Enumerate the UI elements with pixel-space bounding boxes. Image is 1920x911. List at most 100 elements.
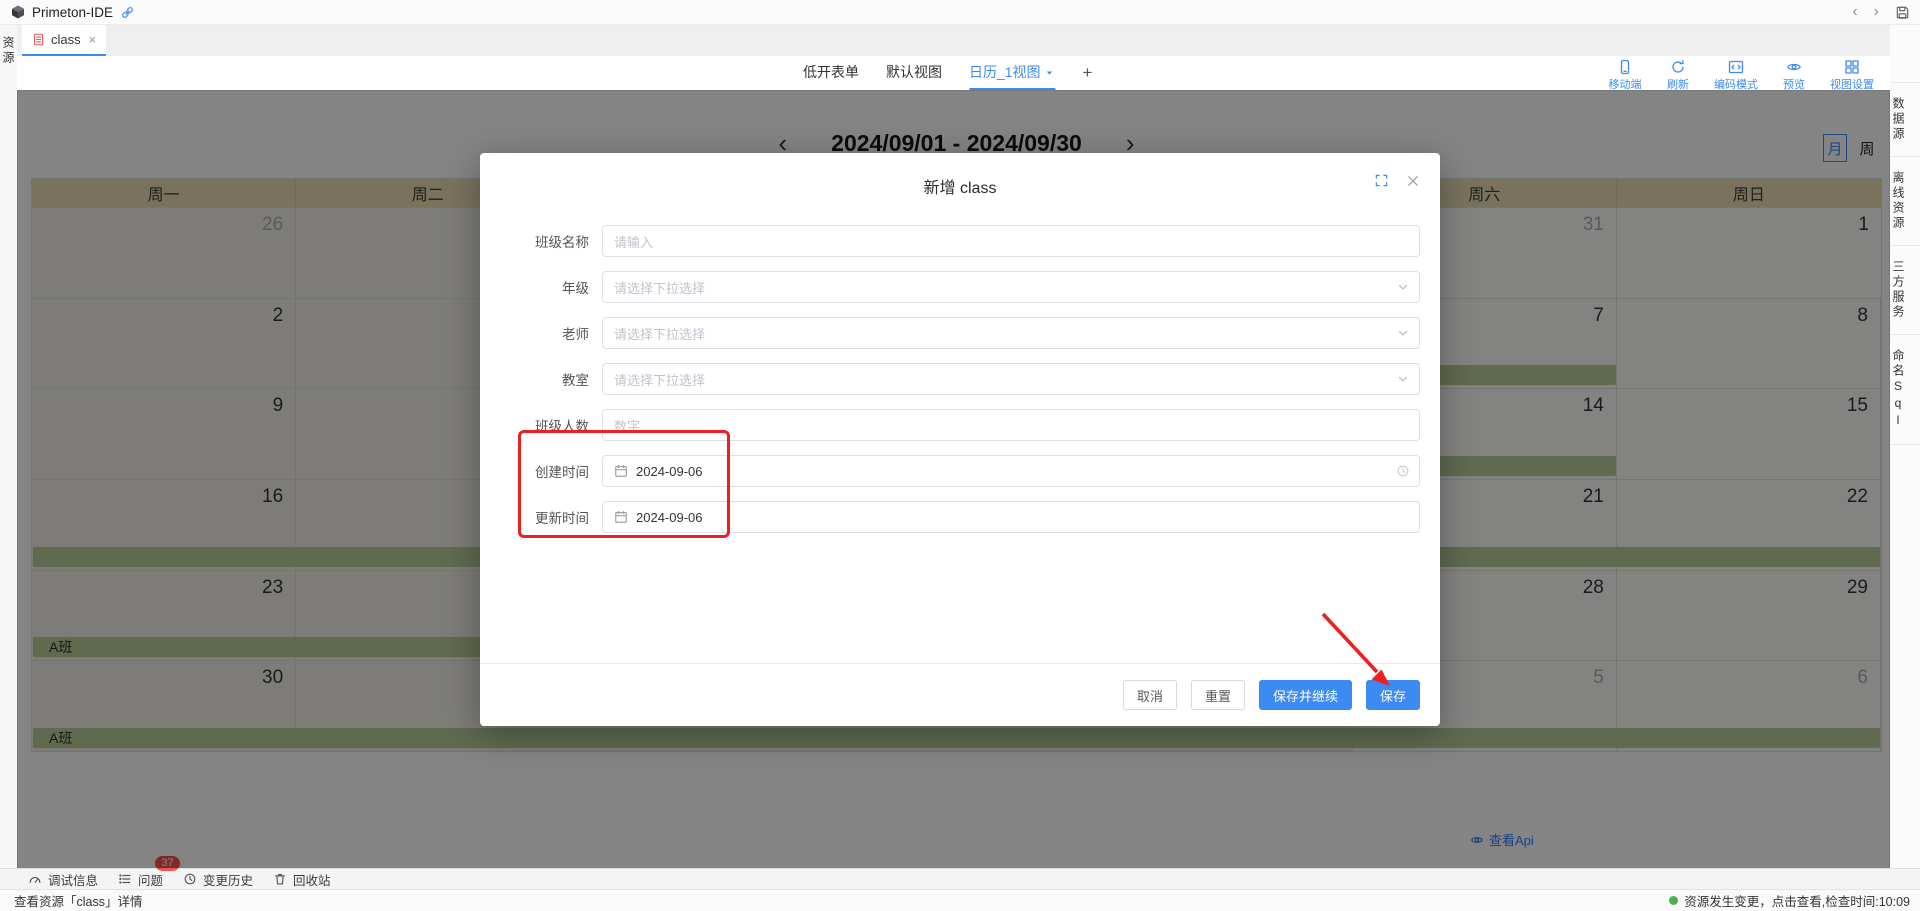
toolbar-action-refresh[interactable]: 刷新 <box>1661 59 1695 92</box>
bottombar-label: 回收站 <box>293 870 331 889</box>
clock-icon[interactable] <box>1396 464 1410 478</box>
grade-select[interactable]: 请选择下拉选择 <box>602 271 1420 303</box>
right-panel-item[interactable]: 离线资源 <box>1890 157 1920 246</box>
view-tab-1[interactable]: 低开表单 <box>803 56 859 90</box>
form-row-grade: 年级请选择下拉选择 <box>480 271 1420 303</box>
dialog-footer: 取消重置保存并继续保存 <box>480 663 1440 726</box>
teacher-select[interactable]: 请选择下拉选择 <box>602 317 1420 349</box>
class-name-input[interactable]: 请输入 <box>602 225 1420 257</box>
bottombar-label: 变更历史 <box>203 870 253 889</box>
forward-arrow-icon[interactable]: › <box>1874 4 1879 20</box>
field-label: 班级名称 <box>480 231 602 251</box>
history-icon <box>183 872 197 886</box>
bottombar-debug-info[interactable]: 调试信息 <box>28 870 98 889</box>
right-panel-item[interactable]: 数据源 <box>1890 82 1920 157</box>
document-tab-bar: class × <box>17 24 1890 56</box>
bottombar-change-history[interactable]: 变更历史 <box>183 870 253 889</box>
select-placeholder: 请选择下拉选择 <box>614 324 705 343</box>
save-continue-button[interactable]: 保存并继续 <box>1259 680 1352 710</box>
toolbar-action-preview[interactable]: 预览 <box>1777 59 1811 92</box>
bottombar-problems[interactable]: 问题37 <box>118 870 163 889</box>
form-row-update-time: 更新时间 2024-09-06 <box>480 501 1420 533</box>
select-placeholder: 请选择下拉选择 <box>614 370 705 389</box>
title-bar: Primeton-IDE ‹ › <box>0 0 1920 25</box>
form-row-classroom: 教室请选择下拉选择 <box>480 363 1420 395</box>
classroom-select[interactable]: 请选择下拉选择 <box>602 363 1420 395</box>
fullscreen-icon[interactable] <box>1374 173 1389 188</box>
field-label: 教室 <box>480 369 602 389</box>
status-right-text: 资源发生变更，点击查看,检查时间:10:09 <box>1684 891 1910 910</box>
close-tab-icon[interactable]: × <box>89 32 97 47</box>
reset-button[interactable]: 重置 <box>1191 680 1245 710</box>
code-icon <box>1728 59 1744 75</box>
document-icon <box>32 33 45 46</box>
date-value: 2024-09-06 <box>636 510 703 525</box>
toolbar-action-grid[interactable]: 视图设置 <box>1830 59 1874 92</box>
right-sidebar: 数据源离线资源三方服务命名Sql <box>1889 24 1920 868</box>
form-row-class-size: 班级人数数字 <box>480 409 1420 441</box>
field-label: 班级人数 <box>480 415 602 435</box>
view-tab-label: 低开表单 <box>803 62 859 82</box>
debug-icon <box>28 872 42 886</box>
link-icon[interactable] <box>120 5 135 20</box>
field-label: 更新时间 <box>480 507 602 527</box>
view-tabs: 低开表单 默认视图 日历_1视图 + <box>803 56 1093 90</box>
save-icon[interactable] <box>1895 5 1910 20</box>
grid-icon <box>1844 59 1860 75</box>
view-toolbar: 移动端刷新编码模式预览视图设置 <box>1608 59 1874 92</box>
input-placeholder: 请输入 <box>614 232 653 251</box>
refresh-icon <box>1670 59 1686 75</box>
status-dot-icon <box>1669 896 1678 905</box>
toolbar-action-mobile[interactable]: 移动端 <box>1608 59 1642 92</box>
preview-icon <box>1786 59 1802 75</box>
right-panel-item[interactable]: 命名Sql <box>1890 335 1920 445</box>
field-label: 创建时间 <box>480 461 602 481</box>
chevron-down-icon <box>1396 326 1410 340</box>
tab-class[interactable]: class × <box>22 24 106 56</box>
calendar-icon <box>614 510 628 524</box>
cancel-button[interactable]: 取消 <box>1123 680 1177 710</box>
app-title: Primeton-IDE <box>32 5 113 20</box>
view-tab-2[interactable]: 默认视图 <box>886 56 942 90</box>
list-icon <box>118 872 132 886</box>
form-row-teacher: 老师请选择下拉选择 <box>480 317 1420 349</box>
select-placeholder: 请选择下拉选择 <box>614 278 705 297</box>
view-bar: 低开表单 默认视图 日历_1视图 + 移动端刷新编码模式预览视图设置 <box>17 56 1890 91</box>
add-view-button[interactable]: + <box>1083 63 1093 83</box>
view-tab-3[interactable]: 日历_1视图 <box>969 56 1056 90</box>
back-arrow-icon[interactable]: ‹ <box>1852 4 1857 20</box>
field-label: 老师 <box>480 323 602 343</box>
class-size-input[interactable]: 数字 <box>602 409 1420 441</box>
chevron-down-icon <box>1396 280 1410 294</box>
bottombar-recycle-bin[interactable]: 回收站 <box>273 870 331 889</box>
create-time-input[interactable]: 2024-09-06 <box>602 455 1420 487</box>
field-label: 年级 <box>480 277 602 297</box>
resource-change-notice[interactable]: 资源发生变更，点击查看,检查时间:10:09 <box>1669 891 1910 910</box>
save-button[interactable]: 保存 <box>1366 680 1420 710</box>
bottombar-label: 问题 <box>138 870 163 889</box>
toolbar-action-code[interactable]: 编码模式 <box>1714 59 1758 92</box>
calendar-icon <box>614 464 628 478</box>
right-panel-item[interactable]: 三方服务 <box>1890 246 1920 335</box>
sidebar-item-resources[interactable]: 资源 <box>0 36 17 66</box>
trash-icon <box>273 872 287 886</box>
app-logo <box>10 4 26 20</box>
chevron-down-icon <box>1396 372 1410 386</box>
view-tab-label: 日历_1视图 <box>969 62 1041 82</box>
dialog-form: 班级名称请输入年级请选择下拉选择老师请选择下拉选择教室请选择下拉选择班级人数数字… <box>480 225 1440 533</box>
form-row-class-name: 班级名称请输入 <box>480 225 1420 257</box>
update-time-input[interactable]: 2024-09-06 <box>602 501 1420 533</box>
bottom-bar: 调试信息 问题37 变更历史 回收站 <box>0 868 1920 889</box>
dialog-title: 新增 class <box>480 153 1440 198</box>
mobile-icon <box>1617 59 1633 75</box>
bottombar-label: 调试信息 <box>48 870 98 889</box>
left-sidebar: 资源 <box>0 24 18 868</box>
close-icon[interactable] <box>1406 174 1420 188</box>
form-row-create-time: 创建时间 2024-09-06 <box>480 455 1420 487</box>
chevron-down-icon <box>1044 67 1056 79</box>
input-placeholder: 数字 <box>614 416 640 435</box>
tab-label: class <box>51 32 81 47</box>
status-left-text: 查看资源「class」详情 <box>14 891 142 910</box>
date-value: 2024-09-06 <box>636 464 703 479</box>
status-bar: 查看资源「class」详情 资源发生变更，点击查看,检查时间:10:09 <box>0 889 1920 911</box>
